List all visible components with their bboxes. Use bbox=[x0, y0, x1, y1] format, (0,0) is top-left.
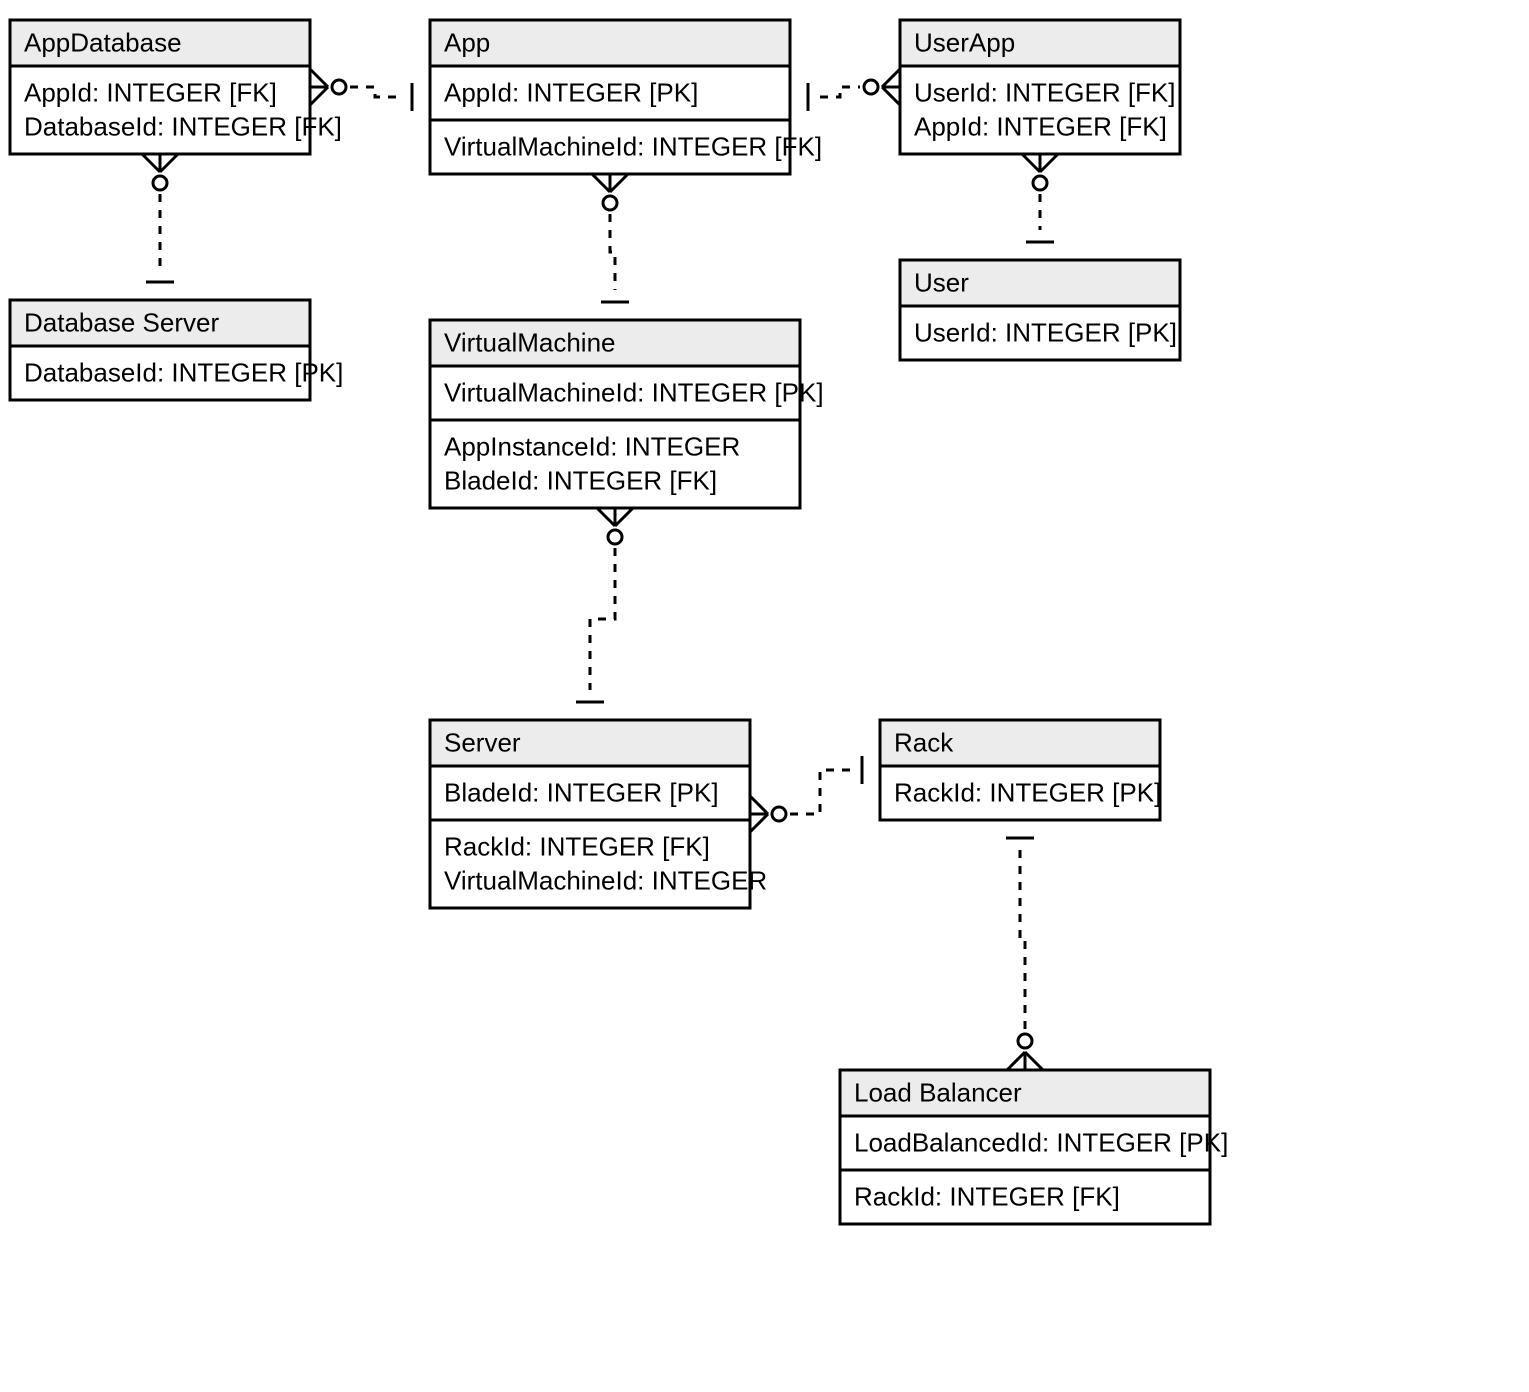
entity-field: BladeId: INTEGER [PK] bbox=[444, 778, 719, 808]
er-diagram: AppDatabase AppId: INTEGER [FK] DatabaseId… bbox=[0, 0, 1529, 1392]
entity-title: Server bbox=[444, 727, 521, 757]
entity-databaseserver: Database Server DatabaseId: INTEGER [PK] bbox=[10, 300, 343, 400]
entity-title: UserApp bbox=[914, 27, 1015, 57]
entity-field: RackId: INTEGER [FK] bbox=[854, 1182, 1120, 1212]
relation-appdatabase-databaseserver bbox=[142, 154, 178, 282]
entity-title: User bbox=[914, 267, 969, 297]
entity-field: BladeId: INTEGER [FK] bbox=[444, 466, 717, 496]
entity-user: User UserId: INTEGER [PK] bbox=[900, 260, 1180, 360]
entity-field: VirtualMachineId: INTEGER bbox=[444, 866, 767, 896]
entity-title: Rack bbox=[894, 727, 954, 757]
entity-field: AppId: INTEGER [FK] bbox=[914, 112, 1167, 142]
entity-title: App bbox=[444, 27, 490, 57]
relation-appdatabase-app bbox=[310, 69, 412, 111]
entity-field: AppInstanceId: INTEGER bbox=[444, 432, 740, 462]
entity-field: DatabaseId: INTEGER [FK] bbox=[24, 112, 342, 142]
entity-appdatabase: AppDatabase AppId: INTEGER [FK] DatabaseId… bbox=[10, 20, 342, 154]
relation-app-virtualmachine bbox=[592, 174, 629, 302]
entity-virtualmachine: VirtualMachine VirtualMachineId: INTEGER … bbox=[430, 320, 824, 508]
entity-field: AppId: INTEGER [PK] bbox=[444, 78, 698, 108]
relation-userapp-user bbox=[1022, 154, 1058, 242]
entity-field: DatabaseId: INTEGER [PK] bbox=[24, 358, 343, 388]
entity-field: VirtualMachineId: INTEGER [FK] bbox=[444, 132, 822, 162]
entity-server: Server BladeId: INTEGER [PK] RackId: INTEG… bbox=[430, 720, 767, 908]
entity-rack: Rack RackId: INTEGER [PK] bbox=[880, 720, 1161, 820]
entity-app: App AppId: INTEGER [PK] VirtualMachineId: … bbox=[430, 20, 822, 174]
entity-field: RackId: INTEGER [FK] bbox=[444, 832, 710, 862]
entity-title: Database Server bbox=[24, 307, 219, 337]
entity-title: VirtualMachine bbox=[444, 327, 616, 357]
relation-app-userapp bbox=[808, 69, 900, 111]
entity-field: RackId: INTEGER [PK] bbox=[894, 778, 1161, 808]
entity-title: AppDatabase bbox=[24, 27, 182, 57]
relation-rack-loadbalancer bbox=[1006, 838, 1043, 1070]
entity-field: UserId: INTEGER [PK] bbox=[914, 318, 1177, 348]
entity-title: Load Balancer bbox=[854, 1077, 1022, 1107]
entity-loadbalancer: Load Balancer LoadBalancedId: INTEGER [PK… bbox=[840, 1070, 1228, 1224]
entity-userapp: UserApp UserId: INTEGER [FK] AppId: INTEGE… bbox=[900, 20, 1180, 154]
relation-server-rack bbox=[750, 756, 862, 832]
entity-field: AppId: INTEGER [FK] bbox=[24, 78, 277, 108]
entity-field: VirtualMachineId: INTEGER [PK] bbox=[444, 378, 824, 408]
relation-virtualmachine-server bbox=[576, 508, 633, 702]
entity-field: LoadBalancedId: INTEGER [PK] bbox=[854, 1128, 1228, 1158]
entity-field: UserId: INTEGER [FK] bbox=[914, 78, 1176, 108]
